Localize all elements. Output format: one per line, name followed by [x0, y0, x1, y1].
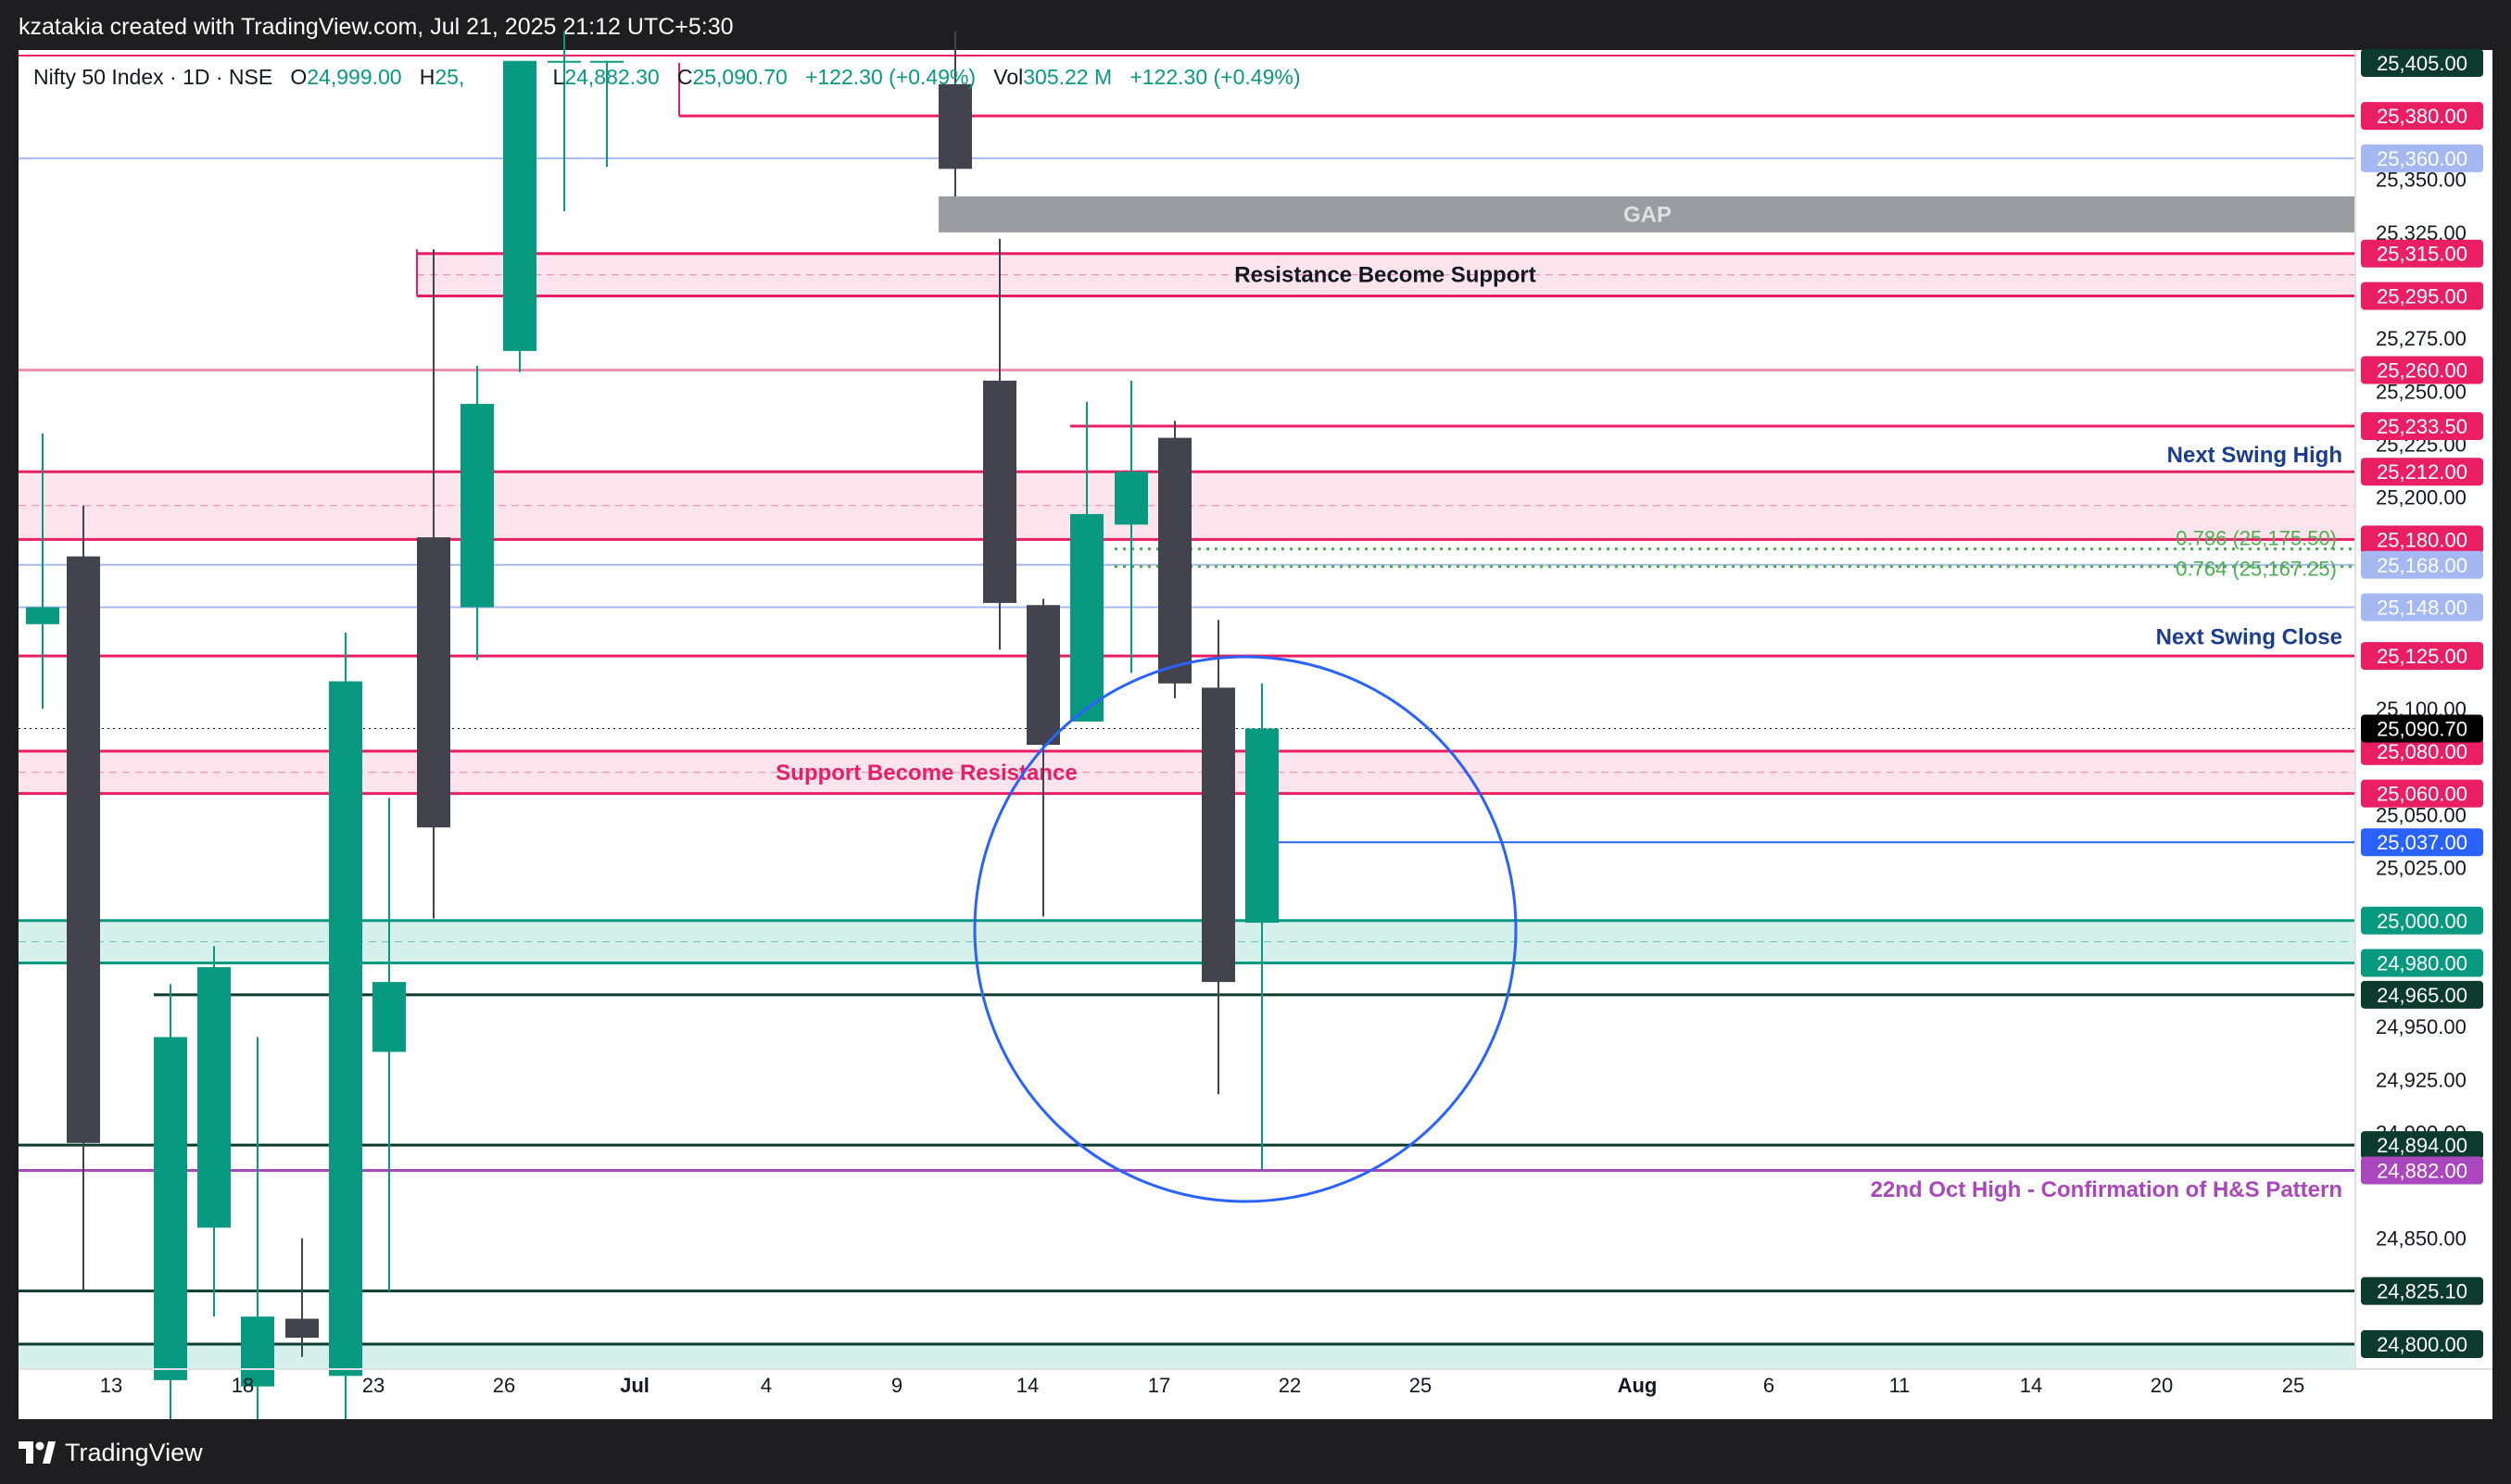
price-tag: 25,180.00	[2377, 528, 2467, 551]
candle-body[interactable]	[983, 380, 1016, 603]
legend-change: +122.30	[804, 65, 883, 89]
price-tag: 25,060.00	[2377, 783, 2467, 806]
candle-body[interactable]	[548, 60, 581, 63]
gap-label: GAP	[1623, 202, 1672, 227]
y-tick-label: 25,025.00	[2376, 857, 2467, 880]
price-tag: 25,233.50	[2377, 415, 2467, 438]
tradingview-logo-icon	[19, 1441, 56, 1464]
chart-annotation: Next Swing Close	[2156, 624, 2342, 649]
legend-low-value: 24,882.30	[564, 65, 660, 89]
legend-close-key: C	[676, 65, 693, 89]
legend-close-value: 25,090.70	[692, 65, 788, 89]
price-tag: 25,380.00	[2377, 105, 2467, 128]
price-tag: 24,800.00	[2377, 1333, 2467, 1356]
candle-body[interactable]	[1115, 472, 1148, 525]
support-band-bottom	[19, 1344, 2355, 1369]
legend-symbol[interactable]: Nifty 50 Index · 1D · NSE	[33, 65, 272, 89]
legend-low-key: L	[552, 65, 565, 89]
x-tick-label: 13	[100, 1374, 122, 1397]
x-tick-label: 11	[1889, 1374, 1911, 1397]
legend-volume-value: 305.22	[1023, 65, 1089, 89]
legend-open-key: O	[290, 65, 308, 89]
tradingview-logo[interactable]: TradingView	[19, 1439, 203, 1466]
y-tick-label: 25,275.00	[2376, 327, 2467, 350]
x-tick-label: 23	[362, 1374, 385, 1397]
x-tick-label: Aug	[1618, 1374, 1658, 1397]
last-price-tag: 25,090.70	[2377, 717, 2467, 740]
legend-high-key: H	[419, 65, 435, 89]
x-tick-label: 22	[1279, 1374, 1301, 1397]
price-tag: 25,295.00	[2377, 284, 2467, 308]
fib-label: 0.764 (25,167.25)	[2176, 557, 2337, 580]
price-tag: 25,360.00	[2377, 147, 2467, 170]
candle-body[interactable]	[590, 60, 624, 63]
legend-volume-unit: M	[1094, 65, 1113, 89]
candle-body[interactable]	[939, 83, 972, 170]
candle-body[interactable]	[154, 1037, 187, 1380]
price-tag: 25,125.00	[2377, 645, 2467, 668]
tradingview-brand: TradingView	[65, 1438, 203, 1466]
y-tick-label: 24,950.00	[2376, 1015, 2467, 1038]
price-chart[interactable]: Resistance Become Support Support Become …	[0, 0, 2511, 1419]
legend-change-pct: (+0.49%)	[889, 65, 977, 89]
price-tag: 25,260.00	[2377, 358, 2467, 382]
symbol-legend: Nifty 50 Index · 1D · NSE O24,999.00 H25…	[33, 65, 1300, 90]
chart-annotation: Next Swing High	[2167, 443, 2342, 468]
y-tick-label: 25,200.00	[2376, 486, 2467, 509]
x-tick-label: 17	[1148, 1374, 1170, 1397]
price-tag: 25,000.00	[2377, 910, 2467, 933]
candle-body[interactable]	[461, 404, 494, 608]
legend-high-tail: 40	[511, 65, 536, 89]
x-tick-label: 18	[232, 1374, 254, 1397]
candle-body[interactable]	[329, 681, 362, 1377]
legend-open-value: 24,999.00	[307, 65, 402, 89]
chart-annotation: 22nd Oct High - Confirmation of H&S Patt…	[1871, 1177, 2342, 1202]
candle-body[interactable]	[1027, 605, 1060, 746]
candle-body[interactable]	[26, 607, 59, 624]
legend-high-value: 25,	[435, 65, 465, 89]
legend-volume-key: Vol	[993, 65, 1024, 89]
price-tag: 24,894.00	[2377, 1134, 2467, 1157]
x-tick-label: 14	[2020, 1374, 2042, 1397]
y-tick-label: 24,850.00	[2376, 1227, 2467, 1251]
zone-label: Resistance Become Support	[1234, 263, 1535, 288]
candle-body[interactable]	[1070, 513, 1104, 722]
price-tag: 25,148.00	[2377, 596, 2467, 619]
x-tick-label: 14	[1016, 1374, 1039, 1397]
price-tag: 25,315.00	[2377, 243, 2467, 266]
footer-bar	[0, 1419, 2511, 1484]
price-tag: 25,037.00	[2377, 831, 2467, 854]
candle-body[interactable]	[372, 982, 406, 1052]
x-tick-label: 20	[2151, 1374, 2173, 1397]
price-tag: 24,825.10	[2377, 1280, 2467, 1303]
legend-volume-change: +122.30 (+0.49%)	[1129, 65, 1301, 89]
candle-body[interactable]	[1245, 728, 1279, 924]
x-tick-label: 6	[1763, 1374, 1774, 1397]
x-tick-label: 4	[761, 1374, 772, 1397]
candle-body[interactable]	[285, 1318, 319, 1339]
price-tag: 25,212.00	[2377, 460, 2467, 484]
price-tag: 25,168.00	[2377, 554, 2467, 577]
candle-body[interactable]	[1158, 437, 1192, 684]
y-tick-label: 24,925.00	[2376, 1068, 2467, 1091]
x-tick-label: 25	[2282, 1374, 2304, 1397]
price-tag: 24,980.00	[2377, 952, 2467, 975]
fib-label: 0.786 (25,175.50)	[2176, 527, 2337, 550]
candle-body[interactable]	[67, 556, 100, 1143]
zone-label: Support Become Resistance	[776, 761, 1077, 786]
price-tag: 25,080.00	[2377, 740, 2467, 763]
price-tag: 24,965.00	[2377, 984, 2467, 1007]
candle-body[interactable]	[503, 60, 536, 351]
x-tick-label: 26	[493, 1374, 515, 1397]
candle-body[interactable]	[1202, 687, 1235, 983]
candle-body[interactable]	[417, 537, 450, 828]
candle-body[interactable]	[197, 967, 231, 1228]
price-tag: 25,405.00	[2377, 52, 2467, 75]
x-tick-label: 9	[891, 1374, 902, 1397]
x-tick-label: Jul	[620, 1374, 650, 1397]
x-tick-label: 25	[1409, 1374, 1432, 1397]
price-tag: 24,882.00	[2377, 1160, 2467, 1183]
